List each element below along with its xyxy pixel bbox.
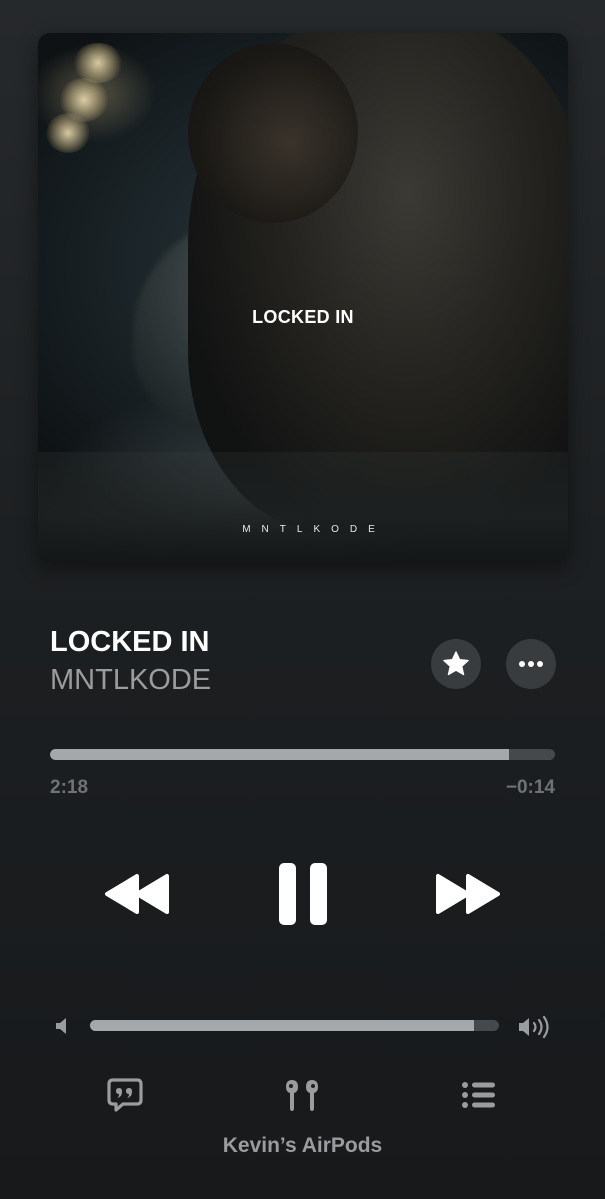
queue-list-icon — [462, 1082, 495, 1108]
volume-slider[interactable] — [90, 1020, 499, 1031]
artwork-bokeh-light — [73, 43, 123, 83]
artwork-artist-text: MNTLKODE — [242, 524, 386, 535]
lyrics-quote-icon — [107, 1078, 143, 1112]
album-artwork[interactable]: LOCKED IN MNTLKODE — [38, 33, 568, 562]
elapsed-time: 2:18 — [50, 777, 89, 798]
audio-output-button[interactable] — [282, 1076, 322, 1114]
ellipsis-icon — [519, 661, 543, 667]
track-artist[interactable]: MNTLKODE — [50, 664, 211, 697]
output-device-label[interactable]: Kevin’s AirPods — [0, 1134, 605, 1158]
fast-forward-button[interactable] — [434, 870, 502, 918]
pause-button[interactable] — [276, 862, 330, 926]
queue-button[interactable] — [459, 1076, 499, 1114]
more-options-button[interactable] — [506, 639, 556, 689]
pause-icon — [279, 863, 327, 925]
artwork-ground — [38, 452, 568, 562]
remaining-time: −0:14 — [505, 777, 555, 798]
rewind-button[interactable] — [103, 870, 171, 918]
artwork-figure-head — [188, 43, 358, 223]
volume-level-fill — [90, 1020, 474, 1031]
favorite-button[interactable] — [431, 639, 481, 689]
rewind-icon — [105, 874, 169, 914]
speaker-low-icon — [56, 1018, 66, 1034]
now-playing-screen: LOCKED IN MNTLKODE LOCKED IN MNTLKODE 2:… — [0, 0, 605, 1199]
speaker-high-icon — [519, 1015, 549, 1039]
airpods-icon — [286, 1080, 318, 1111]
artwork-bokeh-light — [46, 113, 90, 153]
fast-forward-icon — [436, 874, 500, 914]
track-title: LOCKED IN — [50, 626, 210, 658]
playback-scrubber[interactable] — [50, 749, 555, 760]
artwork-title-text: LOCKED IN — [252, 307, 354, 327]
star-icon — [443, 651, 469, 676]
lyrics-button[interactable] — [105, 1076, 145, 1114]
playback-progress-fill — [50, 749, 509, 760]
